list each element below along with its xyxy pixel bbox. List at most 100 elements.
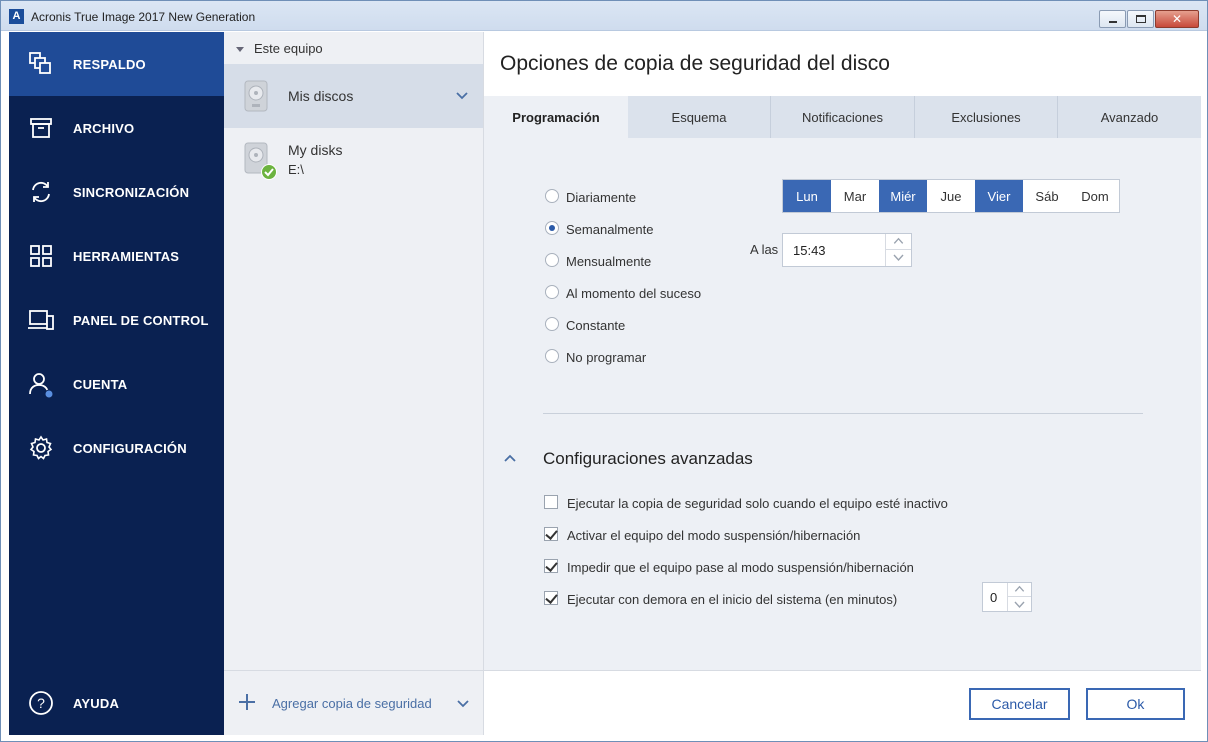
plus-icon[interactable]	[238, 693, 256, 711]
backup-item-title: Mis discos	[288, 88, 354, 104]
collapse-triangle-icon	[236, 47, 244, 53]
nav-label-archive: ARCHIVO	[73, 120, 135, 136]
day-saturday[interactable]: Sáb	[1023, 180, 1071, 212]
nav-label-sync: SINCRONIZACIÓN	[73, 184, 190, 200]
account-icon	[29, 373, 54, 398]
radio-daily[interactable]	[545, 189, 559, 203]
spin-up-icon[interactable]	[1008, 583, 1031, 597]
nav-label-backup: RESPALDO	[73, 56, 146, 72]
advanced-settings-title: Configuraciones avanzadas	[543, 449, 753, 468]
page-title: Opciones de copia de seguridad del disco	[500, 52, 890, 75]
cancel-button[interactable]: Cancelar	[969, 688, 1070, 720]
disk-icon	[244, 80, 268, 112]
computer-group-label: Este equipo	[254, 41, 323, 56]
archive-icon	[30, 118, 52, 138]
dashboard-icon	[28, 310, 54, 330]
day-friday[interactable]: Vier	[975, 180, 1023, 212]
radio-label-on-event: Al momento del suceso	[566, 286, 702, 301]
radio-weekly[interactable]	[545, 221, 559, 235]
radio-label-continuous: Constante	[566, 318, 626, 333]
nav-item-settings[interactable]: CONFIGURACIÓN	[9, 416, 224, 480]
nav-item-backup[interactable]: RESPALDO	[9, 32, 224, 96]
tab-exclusions[interactable]: Exclusiones	[915, 96, 1058, 138]
add-backup-bar: Agregar copia de seguridad	[224, 670, 483, 735]
backup-item-my-disks[interactable]: My disks E:\	[224, 128, 483, 192]
weekday-selector: Lun Mar Miér Jue Vier Sáb Dom	[782, 179, 1120, 213]
maximize-button[interactable]	[1127, 10, 1154, 28]
checkbox-prevent-sleep[interactable]	[544, 559, 558, 573]
chevron-down-icon[interactable]	[457, 700, 469, 708]
app-logo-icon: A	[9, 9, 24, 24]
ok-button[interactable]: Ok	[1086, 688, 1185, 720]
dialog-footer: Cancelar Ok	[484, 670, 1201, 735]
tab-advanced[interactable]: Avanzado	[1058, 96, 1201, 138]
backup-item-title: My disks	[288, 142, 343, 158]
close-icon: ✕	[1171, 12, 1183, 26]
help-icon: ?	[29, 691, 53, 715]
day-monday[interactable]: Lun	[783, 180, 831, 212]
checkbox-wake-from-sleep[interactable]	[544, 527, 558, 541]
nav-item-help[interactable]: ? AYUDA	[9, 671, 224, 735]
radio-label-no-schedule: No programar	[566, 350, 647, 365]
radio-continuous[interactable]	[545, 317, 559, 331]
tab-notifications[interactable]: Notificaciones	[771, 96, 915, 138]
time-spinner	[885, 234, 911, 266]
tab-scheme[interactable]: Esquema	[628, 96, 771, 138]
spin-up-icon[interactable]	[886, 234, 911, 250]
time-input[interactable]: 15:43	[782, 233, 912, 267]
time-value: 15:43	[793, 243, 826, 258]
time-label: A las	[750, 242, 779, 257]
window-controls: ✕	[1098, 10, 1199, 28]
minimize-button[interactable]	[1099, 10, 1126, 28]
radio-on-event[interactable]	[545, 285, 559, 299]
radio-monthly[interactable]	[545, 253, 559, 267]
main-navigation: RESPALDO ARCHIVO SINCRONIZACIÓN HERRAMIE…	[9, 32, 224, 735]
nav-item-account[interactable]: CUENTA	[9, 352, 224, 416]
nav-item-archive[interactable]: ARCHIVO	[9, 96, 224, 160]
section-divider	[543, 413, 1143, 414]
window-title: Acronis True Image 2017 New Generation	[31, 10, 256, 24]
chevron-up-icon[interactable]	[504, 454, 516, 462]
close-button[interactable]: ✕	[1155, 10, 1199, 28]
computer-group-header[interactable]: Este equipo	[236, 41, 323, 56]
nav-label-tools: HERRAMIENTAS	[73, 248, 180, 264]
checkbox-label-startup-delay: Ejecutar con demora en el inicio del sis…	[567, 592, 898, 607]
nav-label-dashboard: PANEL DE CONTROL	[73, 312, 209, 328]
app-window: A Acronis True Image 2017 New Generation…	[0, 0, 1208, 742]
spin-down-icon[interactable]	[1008, 597, 1031, 611]
backup-item-mis-discos[interactable]: Mis discos	[224, 64, 483, 128]
nav-item-dashboard[interactable]: PANEL DE CONTROL	[9, 288, 224, 352]
radio-label-monthly: Mensualmente	[566, 254, 652, 269]
nav-item-tools[interactable]: HERRAMIENTAS	[9, 224, 224, 288]
day-sunday[interactable]: Dom	[1071, 180, 1119, 212]
day-wednesday[interactable]: Miér	[879, 180, 927, 212]
day-tuesday[interactable]: Mar	[831, 180, 879, 212]
tab-schedule[interactable]: Programación	[484, 96, 628, 138]
help-glyph: ?	[37, 695, 45, 711]
radio-label-weekly: Semanalmente	[566, 222, 654, 237]
sync-icon	[32, 181, 50, 203]
schedule-content: Diariamente Semanalmente Mensualmente Al…	[484, 138, 1201, 670]
disk-backup-options-panel: Opciones de copia de seguridad del disco…	[484, 32, 1201, 735]
checkbox-label-prevent-sleep: Impedir que el equipo pase al modo suspe…	[567, 560, 914, 575]
nav-label-account: CUENTA	[73, 376, 128, 392]
checkbox-only-when-idle[interactable]	[544, 495, 558, 509]
options-tabs: Programación Esquema Notificaciones Excl…	[484, 96, 1201, 138]
backup-icon	[29, 52, 51, 74]
chevron-down-icon[interactable]	[456, 92, 468, 100]
checkbox-startup-delay[interactable]	[544, 591, 558, 605]
radio-label-daily: Diariamente	[566, 190, 637, 205]
nav-item-sync[interactable]: SINCRONIZACIÓN	[9, 160, 224, 224]
checkbox-label-wake: Activar el equipo del modo suspensión/hi…	[567, 528, 861, 543]
day-thursday[interactable]: Jue	[927, 180, 975, 212]
nav-label-settings: CONFIGURACIÓN	[73, 440, 187, 456]
maximize-icon	[1136, 15, 1146, 23]
delay-minutes-input[interactable]: 0	[982, 582, 1032, 612]
spin-down-icon[interactable]	[886, 250, 911, 266]
title-bar: A Acronis True Image 2017 New Generation…	[1, 1, 1207, 31]
gear-icon	[29, 435, 53, 460]
add-backup-link[interactable]: Agregar copia de seguridad	[272, 696, 432, 711]
tools-grid-icon	[30, 245, 52, 267]
backup-item-subtitle: E:\	[288, 162, 304, 177]
radio-no-schedule[interactable]	[545, 349, 559, 363]
